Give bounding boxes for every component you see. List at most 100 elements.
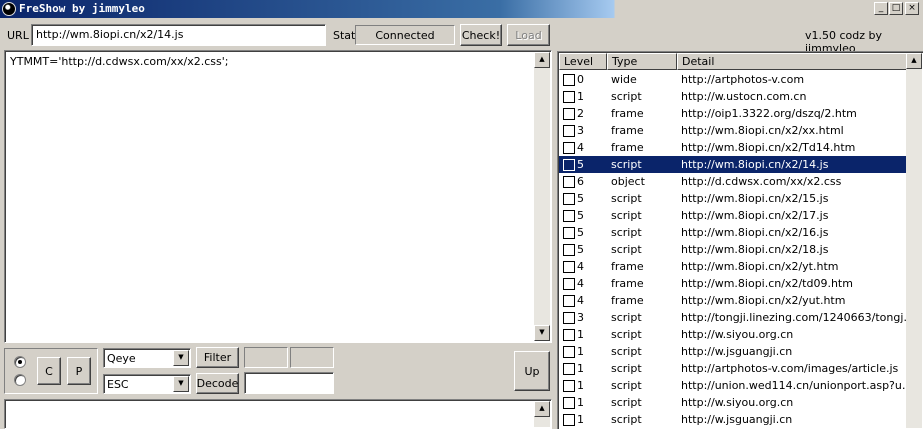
table-row[interactable]: 1 script http://w.ustocn.com.cn bbox=[559, 88, 917, 105]
detail-cell: http://tongji.linezing.com/1240663/tongj… bbox=[681, 311, 917, 324]
level-value: 5 bbox=[577, 158, 584, 171]
type-cell: wide bbox=[611, 73, 637, 86]
level-value: 3 bbox=[577, 311, 584, 324]
detail-cell: http://artphotos-v.com/images/article.js bbox=[681, 362, 899, 375]
table-row[interactable]: 1 script http://w.siyou.org.cn bbox=[559, 394, 917, 411]
row-checkbox[interactable] bbox=[563, 379, 575, 392]
window-title: FreShow by jimmyleo bbox=[19, 2, 145, 15]
level-cell: 4 bbox=[559, 141, 607, 154]
check-button[interactable]: Check! bbox=[460, 24, 502, 46]
table-row[interactable]: 5 script http://wm.8iopi.cn/x2/16.js bbox=[559, 224, 917, 241]
level-value: 1 bbox=[577, 345, 584, 358]
row-checkbox[interactable] bbox=[563, 175, 575, 188]
table-row[interactable]: 2 frame http://oip1.3322.org/dszq/2.htm bbox=[559, 105, 917, 122]
table-row[interactable]: 4 frame http://wm.8iopi.cn/x2/yt.htm bbox=[559, 258, 917, 275]
output-scrollbar[interactable]: ▲ bbox=[534, 401, 550, 427]
output-textarea[interactable]: ▲ bbox=[4, 399, 552, 429]
type-cell: script bbox=[611, 90, 642, 103]
table-row[interactable]: 4 frame http://wm.8iopi.cn/x2/yut.htm bbox=[559, 292, 917, 309]
row-checkbox[interactable] bbox=[563, 107, 575, 120]
scroll-up-icon[interactable]: ▲ bbox=[534, 52, 550, 68]
row-checkbox[interactable] bbox=[563, 73, 575, 86]
table-row[interactable]: 1 script http://w.siyou.org.cn bbox=[559, 326, 917, 343]
p-button[interactable]: P bbox=[67, 357, 91, 385]
row-checkbox[interactable] bbox=[563, 277, 575, 290]
table-row[interactable]: 5 script http://wm.8iopi.cn/x2/18.js bbox=[559, 241, 917, 258]
row-checkbox[interactable] bbox=[563, 124, 575, 137]
table-row[interactable]: 3 script http://tongji.linezing.com/124066… bbox=[559, 309, 917, 326]
row-checkbox[interactable] bbox=[563, 141, 575, 154]
row-checkbox[interactable] bbox=[563, 362, 575, 375]
table-row[interactable]: 5 script http://wm.8iopi.cn/x2/14.js bbox=[559, 156, 917, 173]
level-value: 4 bbox=[577, 260, 584, 273]
c-button[interactable]: C bbox=[37, 357, 61, 385]
table-row[interactable]: 3 frame http://wm.8iopi.cn/x2/xx.html bbox=[559, 122, 917, 139]
level-value: 4 bbox=[577, 141, 584, 154]
minimize-button[interactable]: _ bbox=[874, 2, 888, 15]
level-cell: 1 bbox=[559, 362, 607, 375]
row-checkbox[interactable] bbox=[563, 345, 575, 358]
decode-input[interactable] bbox=[244, 372, 334, 394]
row-checkbox[interactable] bbox=[563, 243, 575, 256]
maximize-button[interactable]: □ bbox=[889, 2, 903, 15]
url-input[interactable]: http://wm.8iopi.cn/x2/14.js bbox=[31, 24, 326, 46]
detail-cell: http://artphotos-v.com bbox=[681, 73, 805, 86]
close-button[interactable]: × bbox=[905, 2, 919, 15]
table-row[interactable]: 1 script http://artphotos-v.com/images/art… bbox=[559, 360, 917, 377]
row-checkbox[interactable] bbox=[563, 413, 575, 426]
table-row[interactable]: 4 frame http://wm.8iopi.cn/x2/Td14.htm bbox=[559, 139, 917, 156]
column-detail[interactable]: Detail bbox=[677, 53, 917, 70]
table-row[interactable]: 1 script http://w.jsguangji.cn bbox=[559, 411, 917, 428]
resource-list[interactable]: Level Type Detail 0 wide http://artphotos-… bbox=[557, 51, 923, 429]
level-cell: 2 bbox=[559, 107, 607, 120]
method-combo-value: Qeye bbox=[107, 352, 136, 365]
level-value: 2 bbox=[577, 107, 584, 120]
chevron-down-icon[interactable]: ▼ bbox=[173, 350, 189, 366]
detail-cell: http://w.siyou.org.cn bbox=[681, 396, 794, 409]
row-checkbox[interactable] bbox=[563, 311, 575, 324]
column-level[interactable]: Level bbox=[559, 53, 607, 70]
row-checkbox[interactable] bbox=[563, 226, 575, 239]
radio-option-1[interactable] bbox=[14, 356, 26, 368]
row-checkbox[interactable] bbox=[563, 396, 575, 409]
row-checkbox[interactable] bbox=[563, 158, 575, 171]
detail-cell: http://wm.8iopi.cn/x2/Td14.htm bbox=[681, 141, 856, 154]
row-checkbox[interactable] bbox=[563, 192, 575, 205]
table-row[interactable]: 6 object http://d.cdwsx.com/xx/x2.css bbox=[559, 173, 917, 190]
app-icon bbox=[2, 2, 16, 16]
editor-scrollbar[interactable]: ▲ ▼ bbox=[534, 52, 550, 341]
scroll-down-icon[interactable]: ▼ bbox=[534, 325, 550, 341]
chevron-down-icon[interactable]: ▼ bbox=[173, 376, 189, 392]
load-button[interactable]: Load bbox=[507, 24, 550, 46]
row-checkbox[interactable] bbox=[563, 260, 575, 273]
table-row[interactable]: 1 script http://w.jsguangji.cn bbox=[559, 343, 917, 360]
detail-cell: http://wm.8iopi.cn/x2/yt.htm bbox=[681, 260, 839, 273]
row-checkbox[interactable] bbox=[563, 294, 575, 307]
level-cell: 4 bbox=[559, 294, 607, 307]
filter-button[interactable]: Filter bbox=[196, 347, 239, 368]
column-type[interactable]: Type bbox=[607, 53, 677, 70]
type-cell: script bbox=[611, 328, 642, 341]
scroll-up-icon[interactable]: ▲ bbox=[906, 53, 922, 69]
level-cell: 1 bbox=[559, 396, 607, 409]
up-button[interactable]: Up bbox=[514, 351, 550, 391]
table-row[interactable]: 5 script http://wm.8iopi.cn/x2/17.js bbox=[559, 207, 917, 224]
list-scrollbar[interactable]: ▲ bbox=[906, 53, 922, 428]
editor-textarea[interactable]: YTMMT='http://d.cdwsx.com/xx/x2.css'; ▲ … bbox=[4, 50, 552, 343]
table-row[interactable]: 4 frame http://wm.8iopi.cn/x2/td09.htm bbox=[559, 275, 917, 292]
row-checkbox[interactable] bbox=[563, 90, 575, 103]
row-checkbox[interactable] bbox=[563, 209, 575, 222]
level-cell: 5 bbox=[559, 209, 607, 222]
radio-option-2[interactable] bbox=[14, 374, 26, 386]
method-combo[interactable]: Qeye ▼ bbox=[103, 348, 191, 368]
key-combo[interactable]: ESC ▼ bbox=[103, 374, 191, 394]
title-bar[interactable]: FreShow by jimmyleo _ □ × bbox=[0, 0, 923, 18]
table-row[interactable]: 5 script http://wm.8iopi.cn/x2/15.js bbox=[559, 190, 917, 207]
decode-button[interactable]: Decode bbox=[196, 373, 239, 394]
detail-cell: http://wm.8iopi.cn/x2/15.js bbox=[681, 192, 829, 205]
row-checkbox[interactable] bbox=[563, 328, 575, 341]
scroll-up-icon[interactable]: ▲ bbox=[534, 401, 550, 417]
level-value: 5 bbox=[577, 243, 584, 256]
table-row[interactable]: 1 script http://union.wed114.cn/unionport.… bbox=[559, 377, 917, 394]
table-row[interactable]: 0 wide http://artphotos-v.com bbox=[559, 71, 917, 88]
